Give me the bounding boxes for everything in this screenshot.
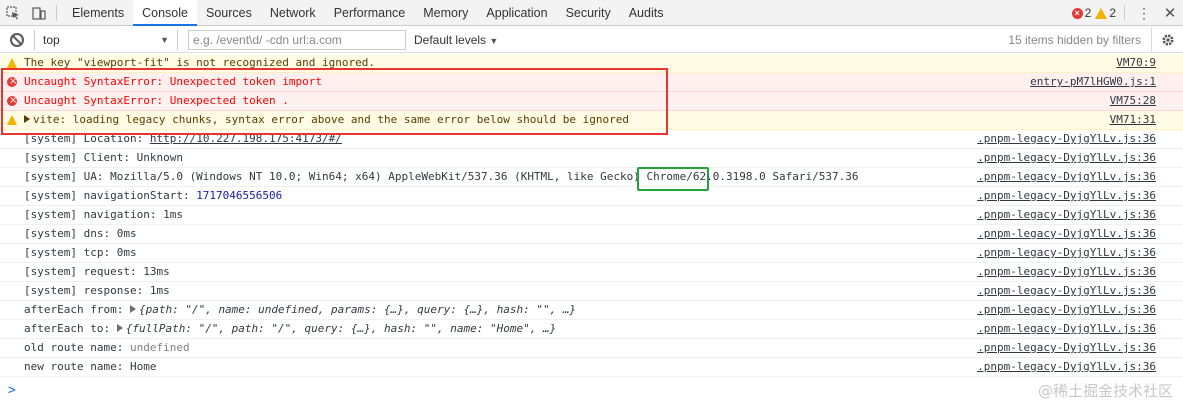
expand-triangle-icon[interactable]: [129, 305, 136, 313]
message-text: [system] response: 1ms: [24, 284, 170, 297]
watermark: @稀土掘金技术社区: [1037, 382, 1173, 400]
message-text: [system] Client: Unknown: [24, 151, 183, 164]
number-value: 1717046556506: [196, 189, 283, 202]
message-prefix: new route name:: [24, 360, 130, 373]
warning-count: 2: [1109, 6, 1116, 20]
console-log-row: [system] dns: 0ms .pnpm-legacy-DyjgYlLv.…: [0, 225, 1183, 244]
message-text: [system] UA: Mozilla/5.0 (Windows NT 10.…: [24, 170, 859, 183]
console-log-row: afterEach to: {fullPath: "/", path: "/",…: [0, 320, 1183, 339]
message-text: old route name: undefined: [24, 339, 190, 357]
warning-icon: [1095, 7, 1108, 19]
context-value: top: [43, 32, 60, 47]
tab-audits[interactable]: Audits: [620, 0, 673, 26]
device-toolbar-icon[interactable]: [26, 0, 52, 26]
source-link[interactable]: .pnpm-legacy-DyjgYlLv.js:36: [977, 263, 1156, 281]
more-options-icon[interactable]: ⋮: [1131, 5, 1157, 22]
tab-bar-right: × 2 2 ⋮ ✕: [1071, 0, 1183, 26]
message-prefix: afterEach from:: [24, 303, 130, 316]
object-preview[interactable]: {path: "/", name: undefined, params: {…}…: [139, 303, 576, 316]
source-link[interactable]: .pnpm-legacy-DyjgYlLv.js:36: [977, 339, 1156, 357]
source-link[interactable]: .pnpm-legacy-DyjgYlLv.js:36: [977, 149, 1156, 167]
dropdown-arrow-icon: ▼: [489, 35, 499, 46]
console-log-row: old route name: undefined .pnpm-legacy-D…: [0, 339, 1183, 358]
source-link[interactable]: .pnpm-legacy-DyjgYlLv.js:36: [977, 244, 1156, 262]
expand-triangle-icon[interactable]: [116, 324, 123, 332]
tab-performance[interactable]: Performance: [325, 0, 415, 26]
dropdown-arrow-icon: ▼: [160, 34, 169, 45]
close-icon[interactable]: ✕: [1157, 4, 1183, 22]
context-selector[interactable]: top ▼: [34, 29, 178, 50]
tab-sources[interactable]: Sources: [197, 0, 261, 26]
source-link[interactable]: .pnpm-legacy-DyjgYlLv.js:36: [977, 206, 1156, 224]
toolbar-divider: [1124, 5, 1125, 21]
message-text: [system] request: 13ms: [24, 265, 170, 278]
clear-console-icon[interactable]: [10, 32, 24, 47]
source-link[interactable]: .pnpm-legacy-DyjgYlLv.js:36: [977, 301, 1156, 319]
undefined-value: undefined: [129, 341, 190, 354]
devtools-tab-bar: Elements Console Sources Network Perform…: [0, 0, 1183, 26]
tab-application[interactable]: Application: [477, 0, 556, 26]
message-text: [system] navigationStart: 1717046556506: [24, 187, 282, 205]
tab-elements[interactable]: Elements: [63, 0, 133, 26]
source-link[interactable]: .pnpm-legacy-DyjgYlLv.js:36: [977, 320, 1156, 338]
error-count: 2: [1084, 6, 1092, 20]
route-name-value: Home: [129, 360, 157, 373]
tab-console[interactable]: Console: [133, 0, 197, 26]
message-text: [system] navigation: 1ms: [24, 208, 183, 221]
source-link[interactable]: .pnpm-legacy-DyjgYlLv.js:36: [977, 168, 1156, 186]
error-count-badge[interactable]: × 2: [1071, 6, 1092, 20]
object-preview[interactable]: {fullPath: "/", path: "/", query: {…}, h…: [126, 322, 556, 335]
error-icon: ×: [1071, 7, 1083, 19]
toolbar-divider: [56, 4, 57, 21]
source-link[interactable]: .pnpm-legacy-DyjgYlLv.js:36: [977, 130, 1156, 148]
message-text: [system] dns: 0ms: [24, 227, 137, 240]
source-link[interactable]: VM75:28: [1110, 92, 1156, 110]
inspect-element-icon[interactable]: [0, 0, 26, 26]
tab-network[interactable]: Network: [261, 0, 325, 26]
console-log-row: [system] request: 13ms .pnpm-legacy-Dyjg…: [0, 263, 1183, 282]
hidden-items-count: 15 items hidden by filters: [1008, 32, 1141, 47]
console-log-row: [system] UA: Mozilla/5.0 (Windows NT 10.…: [0, 168, 1183, 187]
source-link[interactable]: .pnpm-legacy-DyjgYlLv.js:36: [977, 187, 1156, 205]
source-link[interactable]: .pnpm-legacy-DyjgYlLv.js:36: [977, 225, 1156, 243]
console-log-row: afterEach from: {path: "/", name: undefi…: [0, 301, 1183, 320]
console-log-row: [system] response: 1ms .pnpm-legacy-Dyjg…: [0, 282, 1183, 301]
source-link[interactable]: VM71:31: [1110, 111, 1156, 129]
console-toolbar: top ▼ Default levels ▼ 15 items hidden b…: [0, 26, 1183, 53]
source-link[interactable]: VM70:9: [1116, 54, 1156, 72]
message-prefix: afterEach to:: [24, 322, 117, 335]
log-levels-label: Default levels: [414, 32, 487, 47]
tab-security[interactable]: Security: [557, 0, 620, 26]
message-text: new route name: Home: [24, 358, 156, 376]
console-log-row: [system] navigationStart: 1717046556506 …: [0, 187, 1183, 206]
chrome-version-highlight-box: [637, 167, 709, 191]
warning-count-badge[interactable]: 2: [1095, 6, 1116, 20]
console-log-row: [system] Client: Unknown .pnpm-legacy-Dy…: [0, 149, 1183, 168]
message-prefix: [system] navigationStart:: [24, 189, 197, 202]
console-settings-gear-icon[interactable]: [1151, 26, 1183, 53]
console-log-row: new route name: Home .pnpm-legacy-DyjgYl…: [0, 358, 1183, 377]
log-levels-dropdown[interactable]: Default levels ▼: [414, 33, 498, 47]
message-text: afterEach to: {fullPath: "/", path: "/",…: [24, 320, 556, 338]
source-link[interactable]: .pnpm-legacy-DyjgYlLv.js:36: [977, 358, 1156, 376]
source-link[interactable]: .pnpm-legacy-DyjgYlLv.js:36: [977, 282, 1156, 300]
warning-icon: [7, 58, 17, 68]
tab-memory[interactable]: Memory: [414, 0, 477, 26]
source-link[interactable]: entry-pM7lHGW0.js:1: [1030, 73, 1156, 91]
console-log-row: [system] tcp: 0ms .pnpm-legacy-DyjgYlLv.…: [0, 244, 1183, 263]
message-text: [system] tcp: 0ms: [24, 246, 137, 259]
message-text: afterEach from: {path: "/", name: undefi…: [24, 301, 576, 319]
message-prefix: old route name:: [24, 341, 130, 354]
console-filter-input[interactable]: [188, 29, 406, 50]
console-log-row: [system] navigation: 1ms .pnpm-legacy-Dy…: [0, 206, 1183, 225]
error-highlight-box: [1, 68, 668, 135]
console-prompt[interactable]: >: [8, 383, 16, 398]
